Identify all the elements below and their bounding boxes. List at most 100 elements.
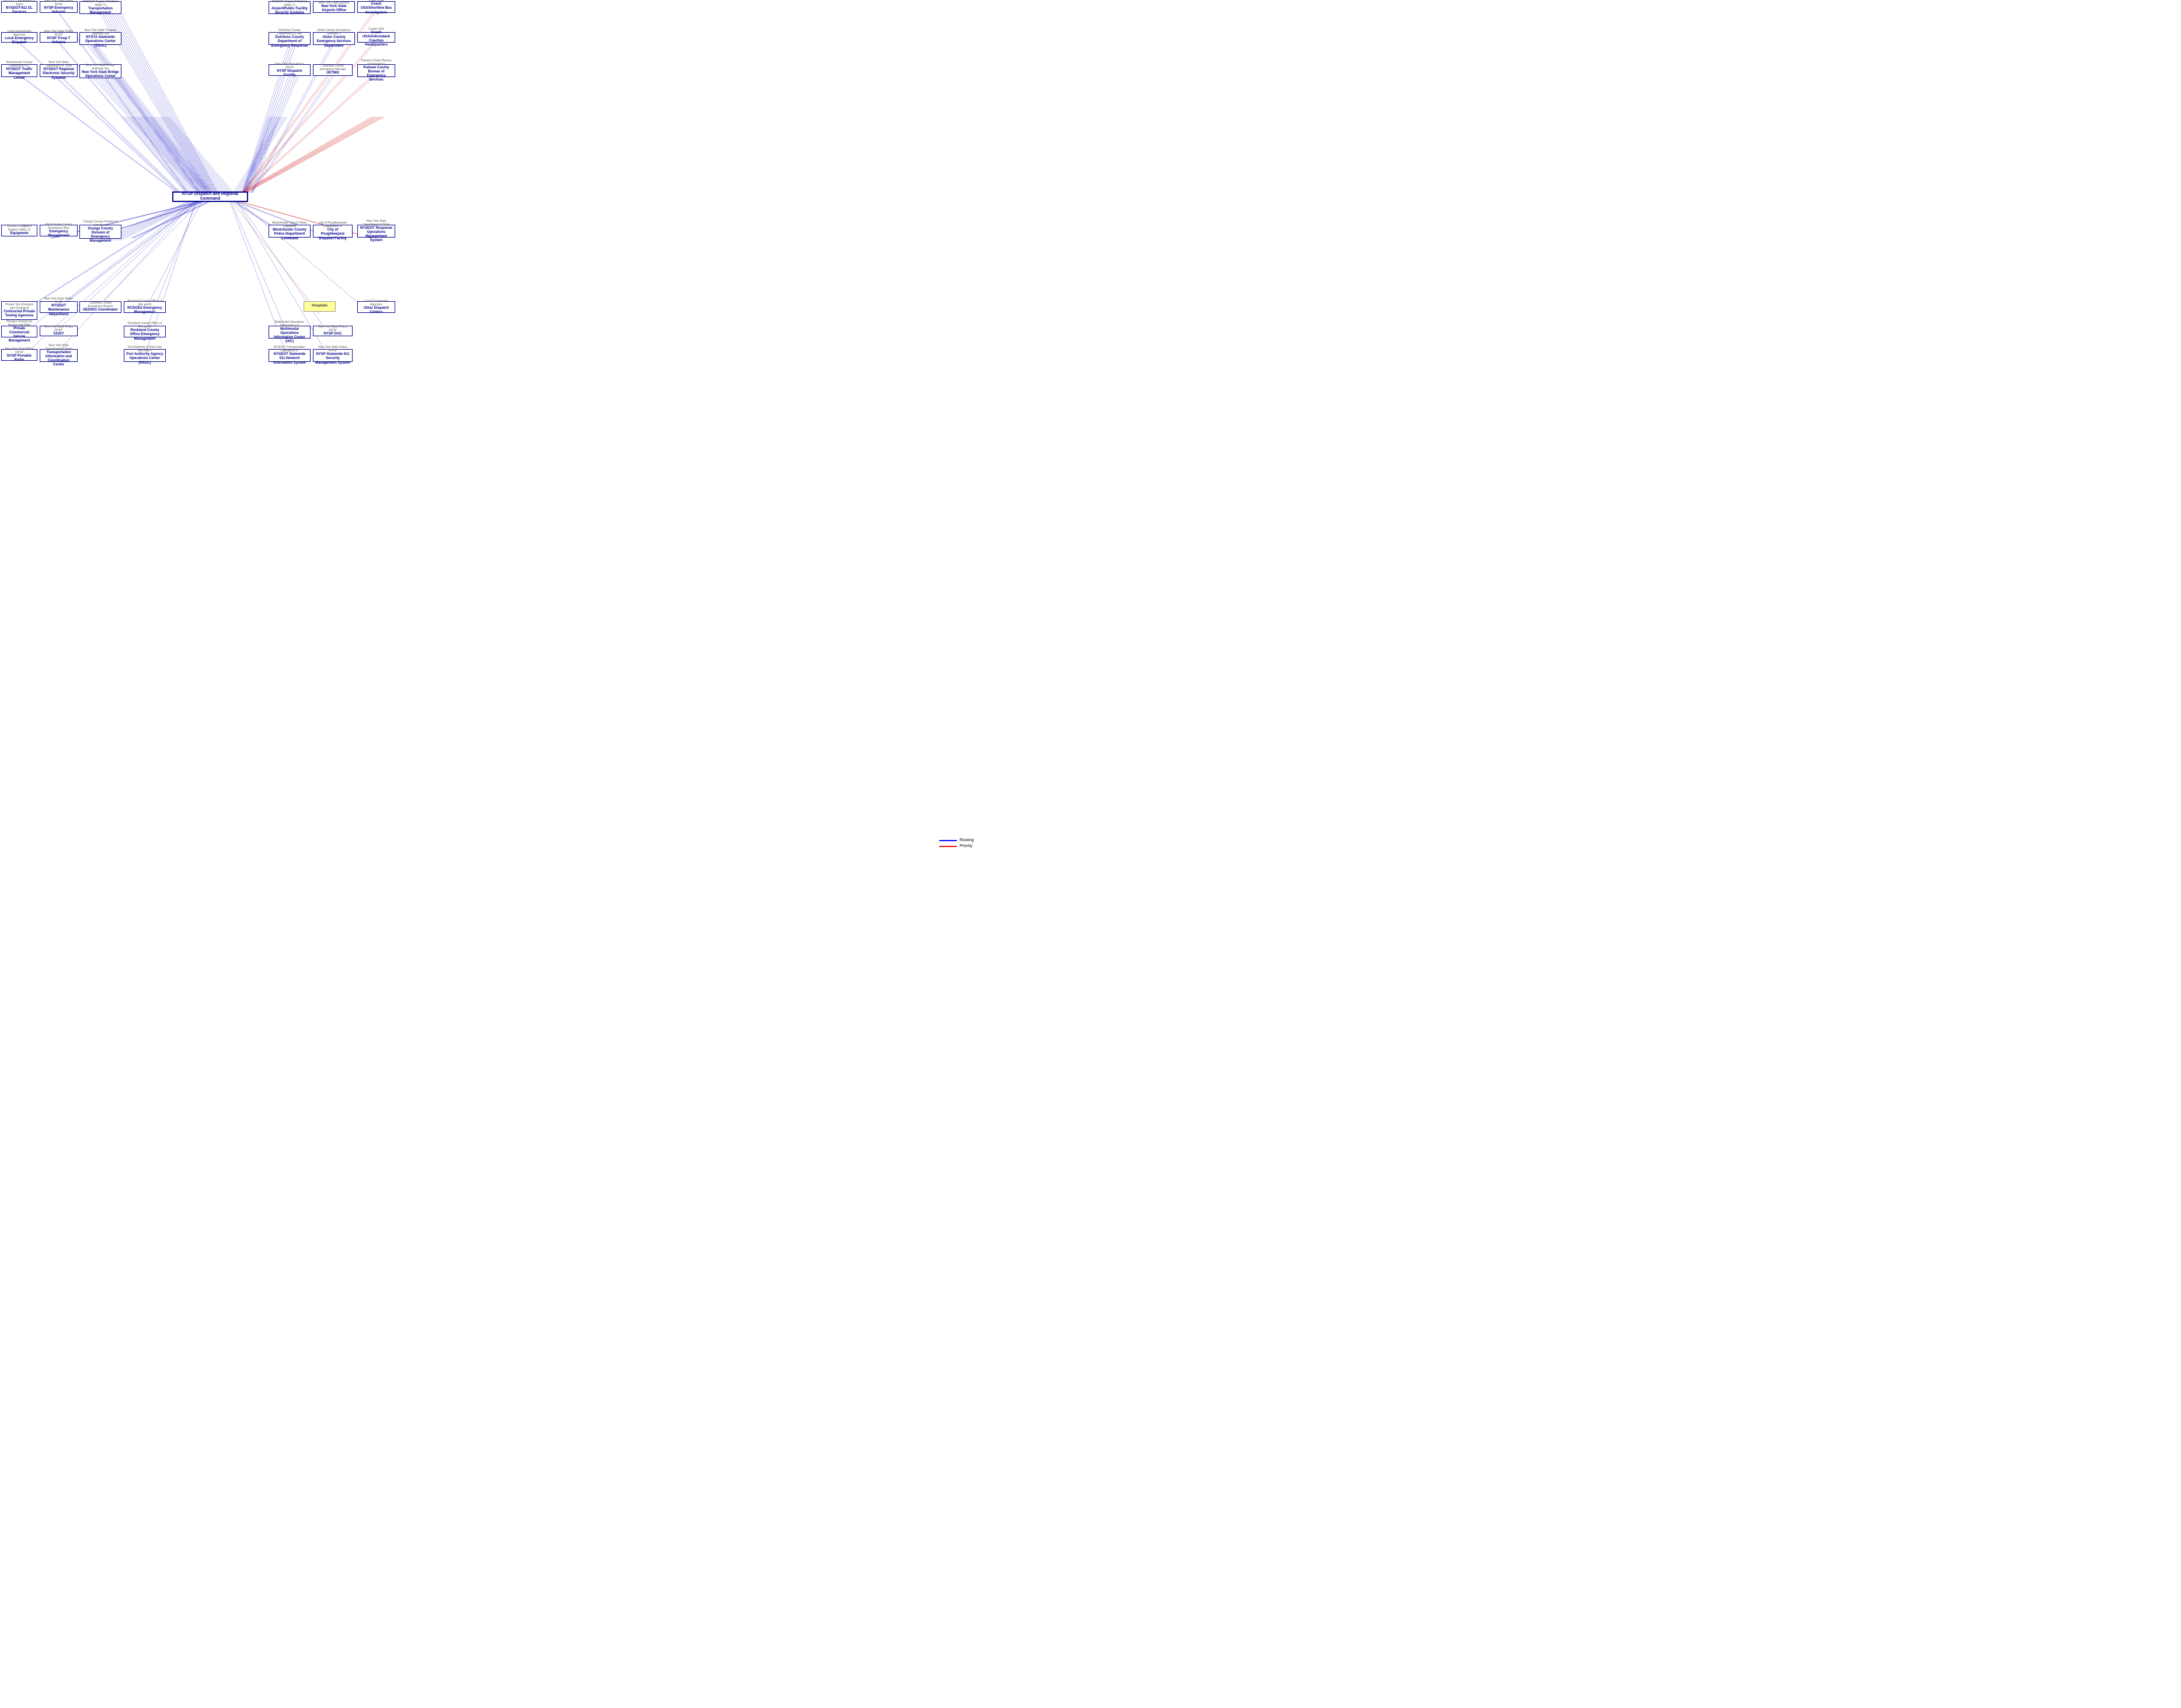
node-name-private-tow: Contracted Private Towing Agencies <box>4 310 35 318</box>
node-name-westchester-tmc: NYSDOT Traffic Management Center <box>4 68 35 81</box>
node-type-nysdot-ets: NYSDOT Department of Trans <box>4 0 35 6</box>
node-type-nysdot-region-facility: NYSDOT Region 8 Hudson Valley Tx <box>271 0 308 7</box>
diagram-container: NYSDOT Department of Trans NYSDOT-811 EL… <box>0 0 1090 854</box>
node-name-multimodal: Multimodal Operations Information Center… <box>271 327 308 344</box>
node-name-columbia-county: UETMO <box>326 71 339 75</box>
node-type-nysp-maintenance: New York State Police NYSP <box>42 297 75 304</box>
node-type-nysdot-bridge: New York State Bridge Authority Sta <box>82 64 119 71</box>
node-type-private-commercial: Private Commercial Service and Fleet <box>4 320 35 327</box>
node-name-nysdot-tmc: Transportation Management <box>82 7 119 15</box>
node-type-nysdot-statewide: NYSDOT Transportation Operations In <box>271 346 308 353</box>
node-name-westchester-pd: Westchester County Police Department Com… <box>271 228 308 241</box>
node-name-nysp-statewide: NYSP Statewide 911 Security Management S… <box>315 353 350 365</box>
node-name-city-poughkeepsie: City of Poughkeepsie Dispatch Facility <box>315 228 350 241</box>
node-name-nysdot-bridge: New York State Bridge Operations Center <box>82 71 119 79</box>
node-type-panynj: Port Authority of New York and New J <box>126 346 163 353</box>
node-name-dutchess-county: Dutchess County Department of Emergency … <box>271 36 308 48</box>
node-type-local-govt: Local Government Agencies <box>4 30 35 37</box>
node-city-poughkeepsie: City of Poughkeepsie Department of City … <box>313 225 353 238</box>
node-nysp-airport: New York State Airports New York State A… <box>313 1 355 13</box>
node-nysdot-region8-eq: NYSDOT Region 8 Hudson Valley Tx Equipme… <box>1 225 37 236</box>
node-ulster-county: Ulster County Emergency Services D Ulste… <box>313 32 355 45</box>
node-name-nysdot-region8-eq: Equipment <box>11 232 29 236</box>
node-nysd-regional: New York State Department of Trans NYSDO… <box>40 64 78 77</box>
node-local-govt2: Local Government Agencies Other Dispatch… <box>357 301 395 313</box>
node-type-westchester-tmc: Westchester County Department of P <box>4 61 35 68</box>
node-name-nysp-portable-radio: NYSP Portable Radio <box>4 354 35 362</box>
node-type-city-poughkeepsie: City of Poughkeepsie Department of <box>315 221 350 228</box>
node-type-nysp-statewide: New York State Police NYSP <box>315 346 350 353</box>
node-panynj: Port Authority of New York and New J Por… <box>124 349 166 362</box>
node-nysp-maintenance: New York State Police NYSP NYSDOT Mainte… <box>40 301 78 313</box>
node-type-putnam-county: Putnam County Bureau of Emergency <box>360 59 393 66</box>
node-name-nysp-dispatch-facility: NYSP Dispatch Facility <box>271 69 308 78</box>
node-nysdot-statewide: NYSDOT Transportation Operations In NYSD… <box>269 349 311 362</box>
node-coach-usa2: Coach USA Coach USA/Adirondack Coaches H… <box>357 32 395 43</box>
node-nysdot-bridge: New York State Bridge Authority Sta New … <box>79 64 121 78</box>
node-name-nysdot-511: 511NY <box>53 332 64 336</box>
legend-item-priority: Priority <box>939 844 974 848</box>
node-nysp-dispatch-facility: New York State Police NYSP NYSP Dispatch… <box>269 64 311 76</box>
legend-label-priority: Priority <box>960 844 973 848</box>
node-type-nysp-portable-radio: New York State Police NYSP <box>4 347 35 354</box>
node-type-nysta-soc: New York State Thruway Authority Sta <box>82 29 119 36</box>
node-name-main-center: NTOP Dispatch and Regional Command <box>175 192 245 202</box>
node-nysp-emergency: New York State Police NYSP NYSP Emergenc… <box>40 1 78 13</box>
node-type-nysp-oac: New York State Police NYSP <box>315 325 350 332</box>
node-name-ulster-county: Ulster County Emergency Services Departm… <box>315 36 353 48</box>
legend-label-routing: Routing <box>960 838 974 842</box>
node-name-nysdot-statewide: NYSDOT Statewide 511 Network Information… <box>271 353 308 365</box>
node-type-rockland-county: Rockland County Office of Fire and E <box>126 299 163 306</box>
node-name-columbia-county2: OES/911 Coordinator <box>83 308 118 312</box>
node-type-nysp-dispatch-facility: New York State Police NYSP <box>271 62 308 69</box>
node-name-local-govt: Local Emergency Dispatch <box>4 37 35 45</box>
node-nysdot-region-facility: NYSDOT Region 8 Hudson Valley Tx Airport… <box>269 1 311 14</box>
node-type-nysp-emergency: New York State Police NYSP <box>42 0 75 6</box>
node-type-columbia-county: Columbia County Emergency Manage <box>315 64 350 71</box>
node-type-local-govt2: Local Government Agencies <box>360 299 393 306</box>
node-nysdot-tmc: NYSDOT Region 8 Hudson Valley Tx Transpo… <box>79 1 121 14</box>
node-type-multimodal: Multimodal Operations Information Ce <box>271 320 308 327</box>
diagram-legend: Routing Priority <box>939 838 974 848</box>
node-dutchess-county: Dutchess County Department of Fire Dutch… <box>269 32 311 45</box>
node-rockland-county2: Rockland County Office of Fire and E Roc… <box>124 326 166 337</box>
node-rockland-county: Rockland County Office of Fire and E RCD… <box>124 301 166 313</box>
node-name-nysta-soc: NYSTA Statewide Operations Center (TSOC) <box>82 36 119 48</box>
node-type-westchester-pd: Westchester County Police Departme <box>271 221 308 228</box>
node-nysp-statewide: New York State Police NYSP NYSP Statewid… <box>313 349 353 362</box>
node-nysp-portable-radio: New York State Police NYSP NYSP Portable… <box>1 349 37 361</box>
node-name-nysd-regional: NYSDOT Regional Electronic Security Syst… <box>42 68 75 81</box>
node-nysp-troop-t: New York State Police NYSP NYSP Troop T … <box>40 32 78 43</box>
node-name-nysp-troop-t: NYSP Troop T Vehicles <box>42 37 75 45</box>
node-name-orange-county: Orange County Division of Emergency Mana… <box>82 227 119 244</box>
node-local-govt: Local Government Agencies Local Emergenc… <box>1 32 37 43</box>
node-westchester-pd: Westchester County Police Departme Westc… <box>269 225 311 238</box>
node-name-nysp-maintenance: NYSDOT Maintenance Department <box>42 304 75 317</box>
node-nysta-soc: New York State Thruway Authority Sta NYS… <box>79 32 121 45</box>
connections-svg <box>0 0 1090 854</box>
node-name-nysdot-region-facility: Airport/Public Facility Security Systems <box>271 7 308 15</box>
node-name-hospitals: Hospitals <box>312 304 328 308</box>
node-type-nysd-regional: New York State Department of Trans <box>42 61 75 68</box>
node-type-nysdot-tmc: NYSDOT Region 8 Hudson Valley Tx <box>82 0 119 7</box>
node-putnam-county: Putnam County Bureau of Emergency Putnam… <box>357 64 395 77</box>
node-type-nysp-troop-t: New York State Police NYSP <box>42 30 75 37</box>
node-ttic: New York State Department of Trans Trans… <box>40 349 78 362</box>
node-name-nysp-airport: New York State Airports Office <box>315 5 353 13</box>
node-name-nysp-oac: NYSP OAC <box>323 332 342 336</box>
node-type-dutchess-county: Dutchess County Department of Fire <box>271 29 308 36</box>
node-nysp-oac: New York State Police NYSP NYSP OAC <box>313 326 353 336</box>
node-type-nysp-response: New York State Department of State <box>360 219 393 226</box>
node-orange-county: Orange County Division of Emergenc Orang… <box>79 225 121 239</box>
node-type-ttic: New York State Department of Trans <box>42 344 75 351</box>
node-name-putnam-county: Putnam County Bureau of Emergency Servic… <box>360 66 393 83</box>
node-nysdot-511: New York State Police NYSP 511NY <box>40 326 78 336</box>
node-columbia-county2: Columbia County Emergency Bureau OES/911… <box>79 301 121 313</box>
legend-line-priority <box>939 846 957 847</box>
node-name-ttic: Transportation Information and Coordinat… <box>42 351 75 368</box>
node-private-tow: Private Tow Wreckers and Cleanup $ Contr… <box>1 301 37 320</box>
node-name-coach-usa2: Coach USA/Adirondack Coaches Headquarter… <box>360 31 393 48</box>
node-type-columbia-county2: Columbia County Emergency Bureau <box>82 301 119 308</box>
node-name-westchester-em: Emergency Management <box>42 230 75 238</box>
node-nysdot-ets: NYSDOT Department of Trans NYSDOT-811 EL… <box>1 1 37 13</box>
